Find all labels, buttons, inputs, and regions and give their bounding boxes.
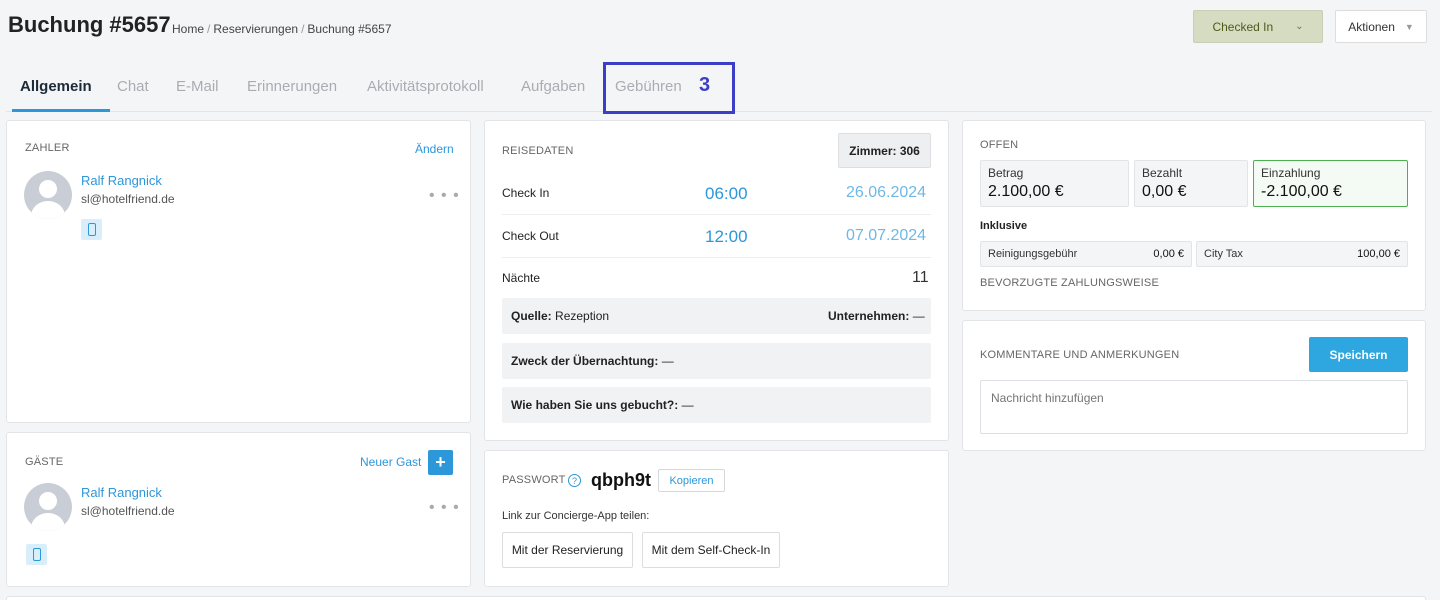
page-title: Buchung #5657	[8, 12, 171, 37]
actions-label: Aktionen	[1348, 19, 1395, 34]
guests-section-title: GÄSTE	[25, 456, 64, 468]
deposit-box: Einzahlung -2.100,00 €	[1253, 160, 1408, 207]
amount-value: 2.100,00 €	[988, 183, 1064, 200]
add-guest-button[interactable]: +	[428, 450, 453, 475]
payer-email: sl@hotelfriend.de	[81, 192, 175, 206]
payer-mobile-icon	[81, 219, 102, 240]
divider	[502, 214, 931, 215]
purpose-label: Zweck der Übernachtung:	[511, 354, 659, 368]
payer-section-title: ZAHLER	[25, 142, 70, 154]
deposit-label: Einzahlung	[1261, 166, 1321, 180]
preferred-payment-title: BEVORZUGTE ZAHLUNGSWEISE	[980, 277, 1159, 289]
status-label: Checked In	[1212, 19, 1274, 34]
fee-value: 0,00 €	[1153, 248, 1184, 260]
breadcrumb-home[interactable]: Home	[172, 22, 204, 36]
tab-aufgaben[interactable]: Aufgaben	[521, 78, 585, 95]
amount-label: Betrag	[988, 166, 1024, 180]
cleaning-fee-box: Reinigungsgebühr 0,00 €	[980, 241, 1192, 267]
checkin-time[interactable]: 06:00	[705, 184, 748, 204]
paid-label: Bezahlt	[1142, 166, 1183, 180]
breadcrumb-reservations[interactable]: Reservierungen	[213, 22, 298, 36]
share-with-selfcheckin-button[interactable]: Mit dem Self-Check-In	[642, 532, 780, 568]
active-tab-indicator	[12, 109, 110, 112]
source-value: Rezeption	[555, 309, 610, 323]
checkin-label: Check In	[502, 186, 550, 200]
share-link-text: Link zur Concierge-App teilen:	[502, 510, 650, 522]
trip-section-title: REISEDATEN	[502, 145, 574, 157]
divider	[502, 257, 931, 258]
tab-email[interactable]: E-Mail	[176, 78, 219, 95]
fee-label: City Tax	[1204, 248, 1243, 260]
inclusive-label: Inklusive	[980, 220, 1028, 232]
annotation-number: 3	[699, 74, 711, 96]
paid-box: Bezahlt 0,00 €	[1134, 160, 1248, 207]
payment-section-title: OFFEN	[980, 139, 1019, 151]
tab-allgemein[interactable]: Allgemein	[20, 78, 92, 95]
payer-name[interactable]: Ralf Rangnick	[81, 173, 162, 188]
guest-name[interactable]: Ralf Rangnick	[81, 485, 162, 500]
status-dropdown-button[interactable]: Checked In ⌄	[1193, 10, 1323, 43]
company-value: —	[912, 309, 925, 323]
guest-mobile-icon	[26, 544, 47, 565]
share-with-reservation-button[interactable]: Mit der Reservierung	[502, 532, 633, 568]
comment-input[interactable]	[980, 380, 1408, 434]
nights-value: 11	[912, 269, 929, 286]
city-tax-box: City Tax 100,00 €	[1196, 241, 1408, 267]
page-header: Buchung #5657 Home / Reservierungen / Buchun…	[0, 0, 1440, 62]
checkout-label: Check Out	[502, 229, 559, 243]
breadcrumb-current: Buchung #5657	[307, 22, 392, 36]
help-icon[interactable]: ?	[568, 474, 581, 487]
company-label: Unternehmen:	[828, 309, 910, 323]
password-section-title: PASSWORT	[502, 474, 566, 486]
nights-label: Nächte	[502, 271, 541, 285]
payer-avatar	[24, 171, 72, 219]
tab-erinnerungen[interactable]: Erinnerungen	[247, 78, 337, 95]
actions-dropdown-button[interactable]: Aktionen ▼	[1335, 10, 1427, 43]
payer-card	[6, 120, 471, 423]
paid-value: 0,00 €	[1142, 183, 1187, 200]
caret-down-icon: ▼	[1404, 21, 1414, 32]
howbooked-value: —	[681, 398, 694, 412]
checkout-date[interactable]: 07.07.2024	[846, 227, 926, 245]
bottom-card-edge	[6, 596, 1426, 600]
deposit-value: -2.100,00 €	[1261, 183, 1342, 200]
chevron-down-icon: ⌄	[1295, 21, 1304, 32]
password-value: qbph9t	[591, 470, 651, 490]
fee-label: Reinigungsgebühr	[988, 248, 1078, 260]
tab-aktivitaetsprotokoll[interactable]: Aktivitätsprotokoll	[367, 78, 484, 95]
guest-avatar	[24, 483, 72, 531]
breadcrumb: Home / Reservierungen / Buchung #5657	[172, 22, 392, 36]
annotation-highlight-box	[603, 62, 735, 114]
howbooked-label: Wie haben Sie uns gebucht?:	[511, 398, 679, 412]
new-guest-link[interactable]: Neuer Gast	[360, 455, 421, 469]
purpose-value: —	[661, 354, 674, 368]
room-chip: Zimmer: 306	[838, 133, 931, 168]
guest-more-icon[interactable]: • • •	[429, 499, 460, 517]
save-comment-button[interactable]: Speichern	[1309, 337, 1408, 372]
payer-more-icon[interactable]: • • •	[429, 187, 460, 205]
comments-section-title: KOMMENTARE UND ANMERKUNGEN	[980, 349, 1180, 361]
checkout-time[interactable]: 12:00	[705, 227, 748, 247]
guest-email: sl@hotelfriend.de	[81, 504, 175, 518]
checkin-date[interactable]: 26.06.2024	[846, 184, 926, 202]
source-label: Quelle:	[511, 309, 552, 323]
tab-chat[interactable]: Chat	[117, 78, 149, 95]
copy-password-button[interactable]: Kopieren	[658, 469, 725, 492]
change-payer-link[interactable]: Ändern	[415, 142, 454, 156]
fee-value: 100,00 €	[1357, 248, 1400, 260]
amount-box: Betrag 2.100,00 €	[980, 160, 1129, 207]
